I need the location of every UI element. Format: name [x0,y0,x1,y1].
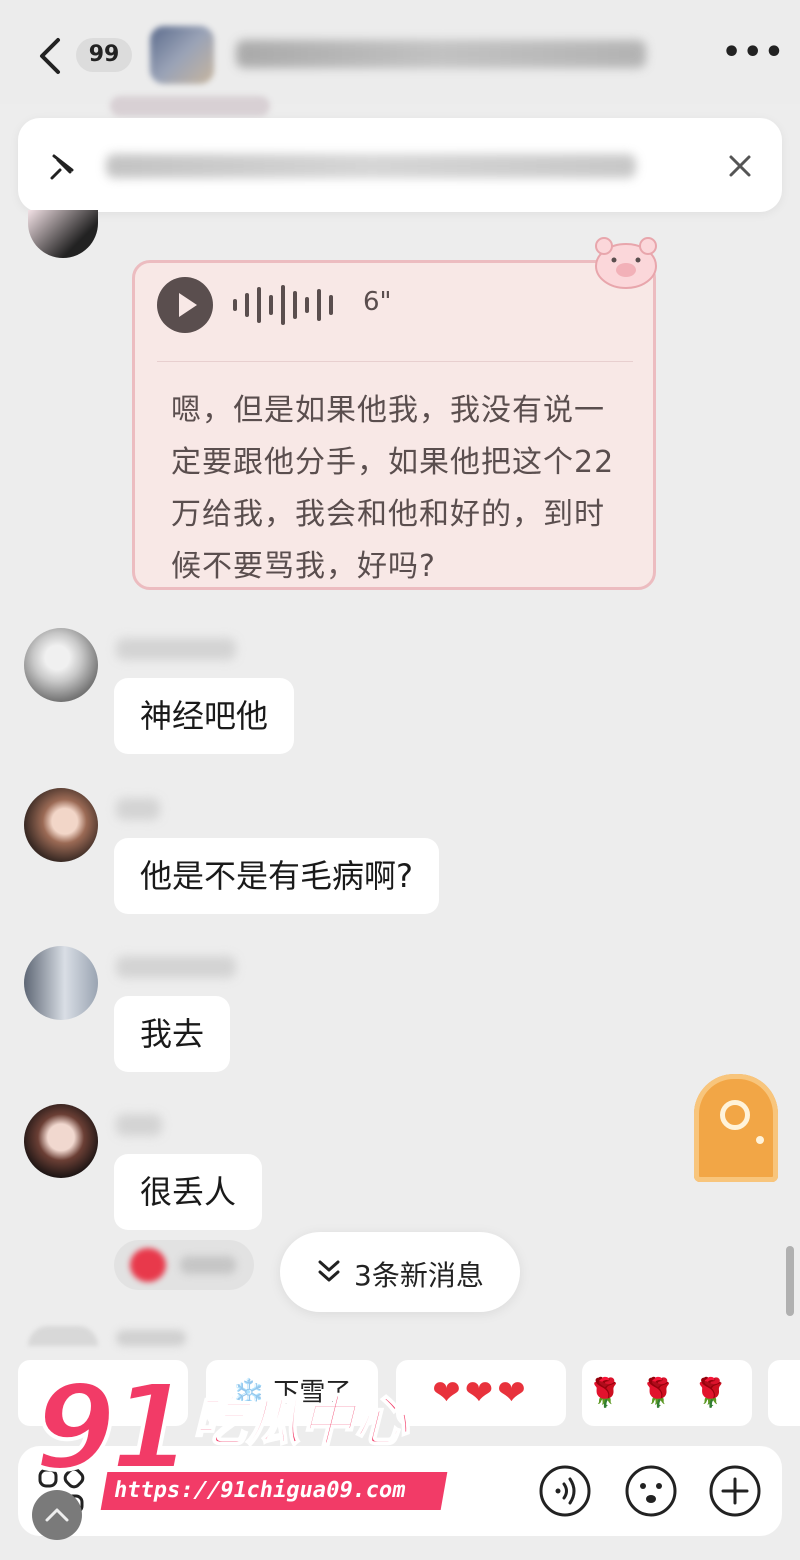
voice-transcript: 嗯，但是如果他我，我没有说一定要跟他分手，如果他把这个22万给我，我会和他和好的… [171,393,615,584]
message-bubble[interactable]: 神经吧他 [114,678,295,754]
pinned-message-card[interactable] [18,118,782,212]
pig-sticker-icon [595,237,657,289]
voice-duration: 6" [363,287,392,317]
door-handle [756,1136,764,1144]
double-chevron-down-icon [318,1260,340,1282]
play-icon[interactable] [157,277,213,333]
nickname-blurred [116,638,236,660]
pin-icon [50,154,74,180]
pinned-message-text-blurred [106,154,636,178]
door-emblem [720,1100,750,1130]
divider [157,361,633,362]
back-arrow-icon[interactable] [30,34,70,78]
heart-reaction-icon [130,1248,166,1282]
avatar[interactable] [28,1326,98,1346]
quick-reply-chip[interactable]: 🌹🌹🌹 [582,1360,752,1426]
watermark-logo: 91 吃瓜中心 https://91chigua09.com [32,1358,448,1518]
message-bubble[interactable]: 很丢人 [114,1154,263,1230]
new-messages-label: 3条新消息 [354,1259,484,1292]
watermark-number: 91 [32,1358,194,1496]
watermark-brand: 吃瓜中心 [191,1390,409,1453]
avatar[interactable] [24,628,98,702]
avatar[interactable] [24,1104,98,1178]
sticker-remnant [110,96,270,116]
more-options-icon[interactable]: ••• [722,38,784,70]
voice-wave-icon [233,285,333,325]
nickname-blurred [116,798,160,820]
close-icon[interactable] [722,148,758,184]
nickname-blurred [116,1330,186,1346]
message-bubble[interactable]: 我去 [114,996,231,1072]
group-avatar[interactable] [150,26,214,84]
unread-count-badge[interactable]: 99 [76,38,132,72]
chat-header: 99 ••• [0,0,800,104]
voice-message-card[interactable]: 6" 嗯，但是如果他我，我没有说一定要跟他分手，如果他把这个22万给我，我会和他… [132,260,656,590]
nickname-blurred [116,1114,162,1136]
avatar[interactable] [28,210,98,258]
watermark-url: https://91chigua09.com [100,1472,448,1510]
nickname-blurred [116,956,236,978]
group-title-blurred [236,40,646,68]
emoji-icon[interactable] [624,1464,678,1518]
avatar[interactable] [24,788,98,862]
roses-icon: 🌹🌹🌹 [587,1376,747,1409]
avatar[interactable] [24,946,98,1020]
voice-input-icon[interactable] [538,1464,592,1518]
new-messages-button[interactable]: 3条新消息 [280,1232,520,1312]
reaction-users-blurred [180,1256,236,1274]
door-sticker-icon[interactable] [694,1074,778,1182]
quick-reply-chip[interactable] [768,1360,800,1426]
message-bubble[interactable]: 他是不是有毛病啊? [114,838,439,914]
hearts-icon: ❤❤❤ [432,1373,530,1413]
plus-icon[interactable] [708,1464,762,1518]
reaction-pill[interactable] [114,1240,254,1290]
scrollbar[interactable] [786,1246,794,1316]
